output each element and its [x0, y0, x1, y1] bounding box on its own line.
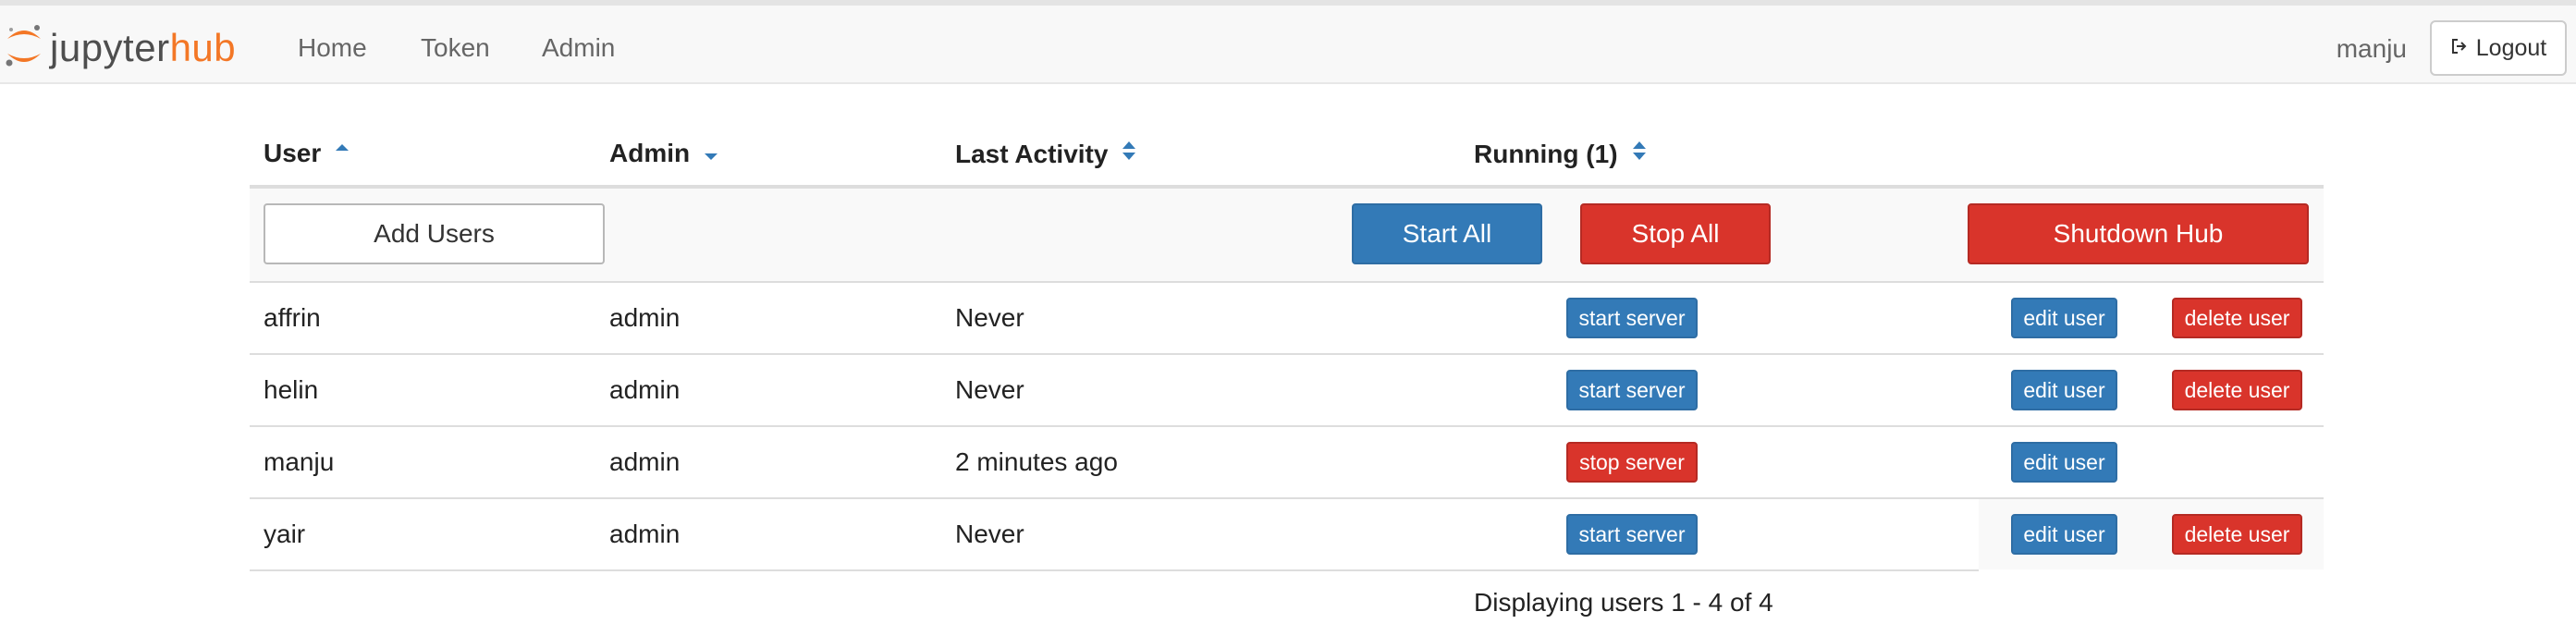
- caret-up-icon: [334, 139, 350, 168]
- col-header-running-label: Running (1): [1474, 139, 1618, 168]
- col-header-last-activity[interactable]: Last Activity: [955, 139, 1137, 169]
- sort-icon: [1631, 139, 1648, 169]
- nav-home-link[interactable]: Home: [298, 33, 367, 63]
- brand-text-hub: hub: [169, 26, 237, 69]
- start-all-button[interactable]: Start All: [1352, 203, 1542, 264]
- user-last-activity: Never: [955, 375, 1024, 404]
- start-server-button[interactable]: start server: [1566, 370, 1698, 410]
- user-admin: admin: [609, 375, 681, 404]
- nav-token-link[interactable]: Token: [421, 33, 490, 63]
- user-name: helin: [264, 375, 319, 404]
- sort-icon: [1121, 139, 1137, 169]
- table-row: affrin admin Never start server edit use…: [250, 283, 2324, 355]
- user-name: yair: [264, 520, 306, 548]
- edit-user-button[interactable]: edit user: [2011, 442, 2117, 483]
- col-header-last-activity-label: Last Activity: [955, 139, 1109, 168]
- start-server-button[interactable]: start server: [1566, 514, 1698, 555]
- user-name: affrin: [264, 303, 321, 332]
- user-last-activity: Never: [955, 520, 1024, 548]
- delete-user-button[interactable]: delete user: [2172, 514, 2302, 555]
- col-header-running[interactable]: Running (1): [1474, 139, 1648, 169]
- start-server-button[interactable]: start server: [1566, 298, 1698, 338]
- edit-user-button[interactable]: edit user: [2011, 514, 2117, 555]
- brand-text-jupyter: jupyter: [50, 26, 170, 69]
- user-last-activity: 2 minutes ago: [955, 447, 1118, 476]
- current-username: manju: [2336, 34, 2407, 63]
- edit-user-button[interactable]: edit user: [2011, 370, 2117, 410]
- logout-label: Logout: [2475, 34, 2547, 61]
- user-name: manju: [264, 447, 335, 476]
- user-admin: admin: [609, 303, 681, 332]
- stop-all-button[interactable]: Stop All: [1580, 203, 1771, 264]
- user-last-activity: Never: [955, 303, 1024, 332]
- delete-user-button[interactable]: delete user: [2172, 298, 2302, 338]
- table-row: manju admin 2 minutes ago stop server ed…: [250, 427, 2324, 499]
- user-admin: admin: [609, 447, 681, 476]
- table-row: yair admin Never start server: [250, 499, 1979, 571]
- delete-user-button[interactable]: delete user: [2172, 370, 2302, 410]
- shutdown-hub-button[interactable]: Shutdown Hub: [1968, 203, 2309, 264]
- col-header-admin-label: Admin: [609, 139, 691, 167]
- nav-admin-link[interactable]: Admin: [542, 33, 615, 63]
- stop-server-button[interactable]: stop server: [1566, 442, 1698, 483]
- brand-text: jupyterhub: [50, 26, 236, 70]
- brand-logo[interactable]: jupyterhub: [4, 20, 236, 76]
- user-admin: admin: [609, 520, 681, 548]
- col-header-user-label: User: [264, 139, 322, 167]
- caret-down-icon: [703, 139, 719, 168]
- pagination-text: Displaying users 1 - 4 of 4: [1474, 588, 1773, 617]
- table-controls-row: Add Users Start All Stop All Shutdown Hu…: [250, 189, 2324, 283]
- table-row: helin admin Never start server edit user…: [250, 355, 2324, 427]
- jupyter-logo-icon: [4, 20, 44, 77]
- col-header-user[interactable]: User: [264, 139, 350, 168]
- logout-button[interactable]: Logout: [2430, 20, 2567, 76]
- col-header-admin[interactable]: Admin: [609, 139, 719, 168]
- top-navbar: jupyterhub Home Token Admin manju Logout: [0, 6, 2576, 84]
- add-users-button[interactable]: Add Users: [264, 203, 605, 264]
- table-header: User Admin Last Activity Running (1): [250, 111, 2324, 189]
- sign-out-icon: [2450, 35, 2469, 62]
- row-actions-cell: edit user delete user: [1979, 499, 2324, 569]
- edit-user-button[interactable]: edit user: [2011, 298, 2117, 338]
